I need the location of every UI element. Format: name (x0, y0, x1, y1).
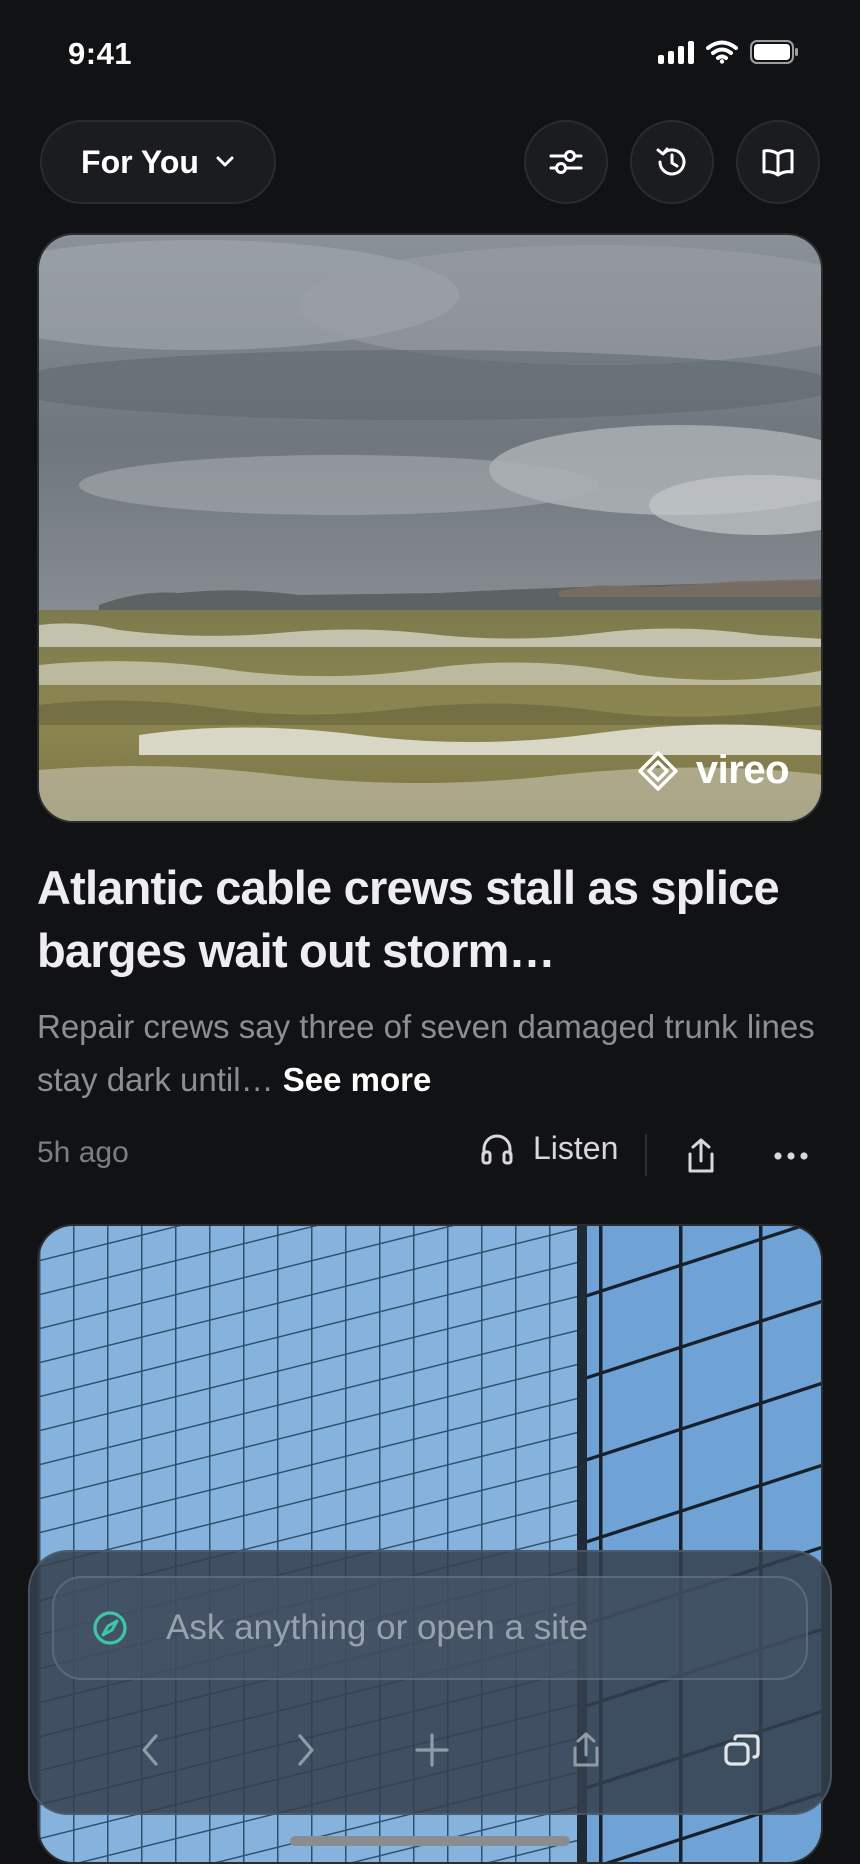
story-headline[interactable]: Atlantic cable crews stall as splice bar… (37, 856, 823, 982)
search-icon-wrap (54, 1609, 166, 1647)
divider (645, 1134, 647, 1176)
story-timestamp: 5h ago (37, 1136, 129, 1169)
top-bar: For You (40, 120, 820, 204)
share-icon (688, 1138, 714, 1173)
listen-label: Listen (533, 1130, 619, 1166)
status-time: 9:41 (68, 36, 133, 71)
storm-sea-photo (39, 235, 821, 821)
more-icon (774, 1152, 808, 1160)
reader-button[interactable] (736, 120, 820, 204)
tabs-button[interactable] (702, 1710, 782, 1790)
search-input[interactable]: Ask anything or open a site (52, 1576, 808, 1680)
search-placeholder: Ask anything or open a site (166, 1608, 589, 1647)
share-page-button[interactable] (546, 1710, 626, 1790)
browser-nav-row (30, 1710, 834, 1790)
chevron-right-icon (298, 1734, 314, 1766)
battery-icon (750, 40, 798, 64)
back-button[interactable] (110, 1710, 190, 1790)
source-brand: vireo (638, 748, 790, 793)
chevron-left-icon (142, 1734, 158, 1766)
home-indicator (290, 1836, 570, 1846)
forward-button[interactable] (266, 1710, 346, 1790)
tabs-icon (724, 1734, 760, 1766)
share-icon (573, 1732, 599, 1767)
status-icons (658, 40, 800, 64)
story-image-storm-sea[interactable]: vireo (37, 233, 823, 823)
headphones-icon (481, 1134, 513, 1164)
feed-selector-button[interactable]: For You (40, 120, 276, 204)
listen-button[interactable]: Listen (479, 1130, 618, 1167)
browser-bottom-panel: Ask anything or open a site (28, 1550, 832, 1815)
history-button[interactable] (630, 120, 714, 204)
compass-icon (93, 1611, 127, 1645)
plus-icon (415, 1733, 449, 1767)
news-feed-screen: 9:41 For You vireo Atlantic cable crews … (0, 0, 860, 1864)
story-meta-row: 5h ago Listen (37, 1124, 823, 1184)
story-summary: Repair crews say three of seven damaged … (37, 1000, 823, 1106)
cellular-signal-icon (658, 40, 694, 64)
see-more-link[interactable]: See more (283, 1061, 432, 1098)
source-brand-name: vireo (695, 748, 790, 792)
status-bar: 9:41 (0, 0, 860, 110)
chevron-down-icon (216, 156, 234, 167)
diamond-logo-icon (638, 750, 678, 791)
new-tab-button[interactable] (392, 1710, 472, 1790)
more-options-button[interactable] (759, 1128, 823, 1184)
sliders-icon (549, 150, 583, 174)
filter-button[interactable] (524, 120, 608, 204)
book-open-icon (762, 149, 794, 177)
feed-selector-label: For You (81, 143, 199, 180)
share-button[interactable] (673, 1128, 729, 1184)
wifi-icon (706, 40, 738, 64)
history-icon (656, 147, 686, 176)
